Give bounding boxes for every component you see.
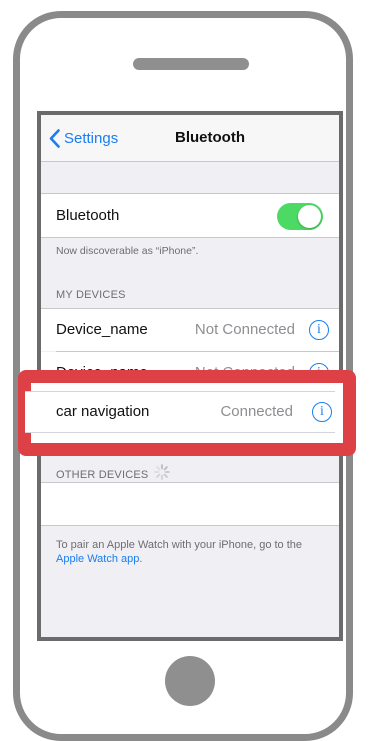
divider [41, 237, 339, 238]
device-name: Device_name [56, 321, 148, 338]
bluetooth-toggle[interactable] [277, 203, 323, 230]
toggle-knob [298, 205, 321, 228]
divider [41, 525, 339, 526]
device-status: Not Connected [194, 321, 295, 338]
discoverable-text: Now discoverable as “iPhone”. [56, 245, 199, 257]
highlighted-device-row[interactable]: car navigation Connected i [25, 392, 335, 432]
bluetooth-label: Bluetooth [56, 207, 120, 224]
device-status: Connected [220, 403, 293, 420]
navigation-bar: Settings Bluetooth [41, 115, 339, 162]
page-title: Bluetooth [175, 129, 245, 146]
apple-watch-app-link[interactable]: Apple Watch app [56, 553, 139, 565]
footer-text: To pair an Apple Watch with your iPhone,… [56, 538, 319, 566]
other-devices-header: OTHER DEVICES [56, 468, 149, 481]
footer-text-suffix: . [139, 553, 143, 565]
footer-text-body: To pair an Apple Watch with your iPhone,… [56, 539, 303, 551]
info-circle-icon[interactable]: i [309, 320, 329, 340]
speaker-grille [133, 58, 249, 70]
bluetooth-row: Bluetooth [41, 194, 339, 237]
home-button[interactable] [165, 656, 215, 706]
divider [25, 432, 335, 433]
my-devices-header: MY DEVICES [56, 289, 126, 301]
list-item[interactable]: Device_name Not Connected i [41, 309, 339, 351]
info-circle-icon[interactable]: i [312, 402, 332, 422]
device-name: car navigation [56, 403, 150, 420]
list-item [41, 483, 339, 525]
